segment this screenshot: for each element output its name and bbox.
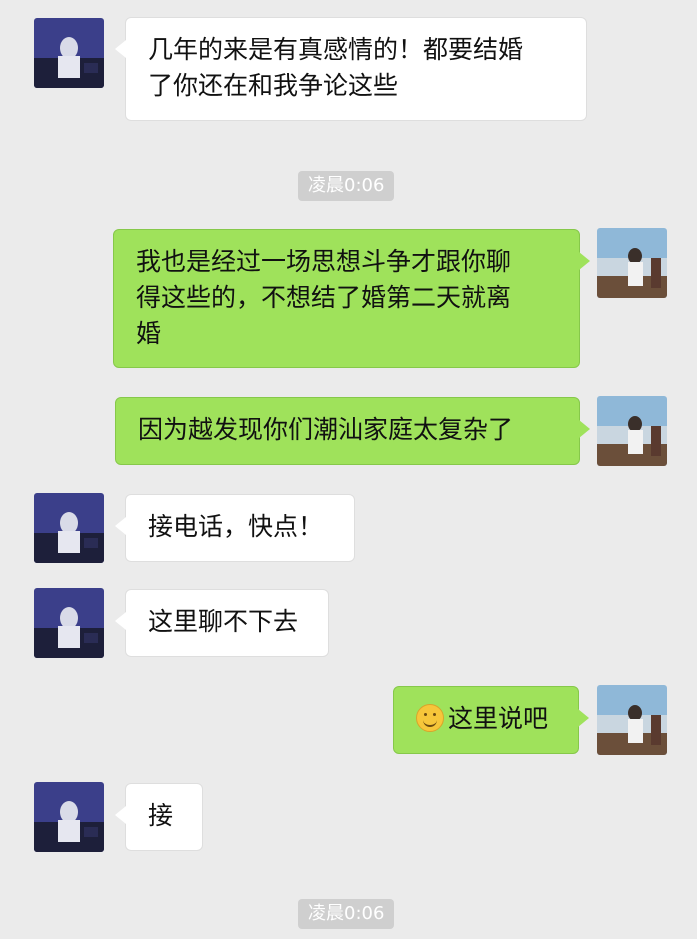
message-line: 得这些的，不想结了婚第二天就离 bbox=[136, 283, 512, 312]
my-avatar[interactable] bbox=[597, 228, 667, 298]
message-line: 这里说吧 bbox=[416, 701, 556, 737]
message-bubble-incoming[interactable]: 几年的来是有真感情的！都要结婚 了你还在和我争论这些 bbox=[115, 17, 587, 121]
message-line: 接 bbox=[148, 801, 174, 830]
contact-avatar-image bbox=[34, 493, 104, 563]
message-bubble-outgoing[interactable]: 因为越发现你们潮汕家庭太复杂了 bbox=[115, 397, 590, 465]
message-line: 这里聊不下去 bbox=[148, 607, 299, 636]
contact-avatar[interactable] bbox=[34, 588, 104, 658]
contact-avatar-image bbox=[34, 18, 104, 88]
timestamp: 凌晨0:06 bbox=[298, 899, 395, 929]
message-line: 了你还在和我争论这些 bbox=[148, 71, 399, 100]
smile-emoji-icon bbox=[416, 704, 444, 732]
message-bubble-incoming[interactable]: 接电话，快点！ bbox=[115, 494, 355, 562]
message-line: 接电话，快点！ bbox=[148, 512, 324, 541]
message-line: 因为越发现你们潮汕家庭太复杂了 bbox=[138, 415, 514, 444]
contact-avatar[interactable] bbox=[34, 18, 104, 88]
message-line: 我也是经过一场思想斗争才跟你聊 bbox=[136, 247, 512, 276]
my-avatar[interactable] bbox=[597, 396, 667, 466]
my-avatar-image bbox=[597, 685, 667, 755]
contact-avatar[interactable] bbox=[34, 493, 104, 563]
message-line: 几年的来是有真感情的！都要结婚 bbox=[148, 35, 524, 64]
message-line: 婚 bbox=[136, 319, 162, 348]
my-avatar-image bbox=[597, 228, 667, 298]
my-avatar-image bbox=[597, 396, 667, 466]
message-bubble-outgoing[interactable]: 我也是经过一场思想斗争才跟你聊 得这些的，不想结了婚第二天就离 婚 bbox=[113, 229, 590, 368]
contact-avatar[interactable] bbox=[34, 782, 104, 852]
my-avatar[interactable] bbox=[597, 685, 667, 755]
contact-avatar-image bbox=[34, 782, 104, 852]
message-bubble-incoming[interactable]: 这里聊不下去 bbox=[115, 589, 329, 657]
timestamp: 凌晨0:06 bbox=[298, 171, 395, 201]
message-bubble-incoming[interactable]: 接 bbox=[115, 783, 203, 851]
contact-avatar-image bbox=[34, 588, 104, 658]
message-bubble-outgoing[interactable]: 这里说吧 bbox=[393, 686, 589, 754]
